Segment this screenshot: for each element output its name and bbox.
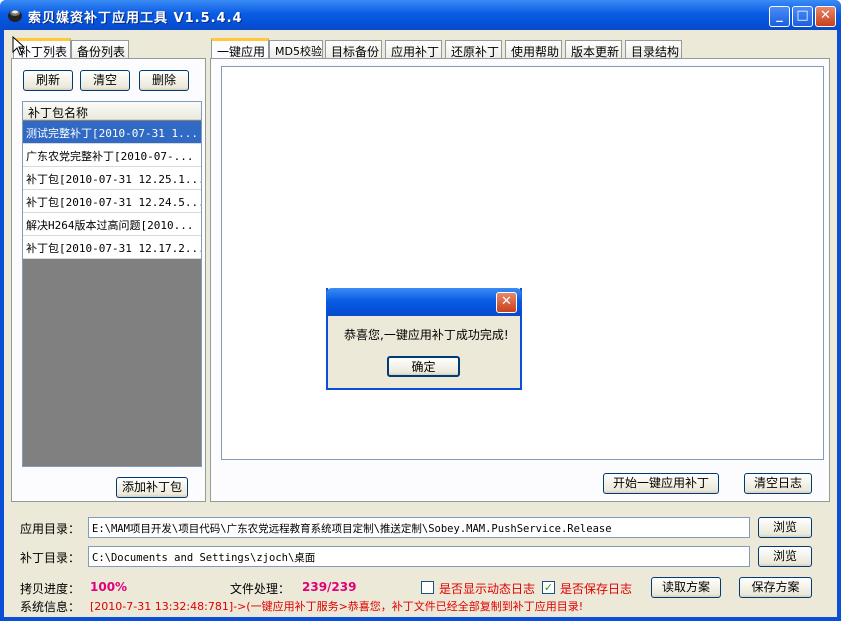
mouse-cursor-icon [12, 36, 26, 56]
list-item[interactable]: 解决H264版本过高问题[2010... [23, 213, 201, 236]
patch-list[interactable]: 补丁包名称 测试完整补丁[2010-07-31 1... 广东农党完整补丁[20… [22, 101, 202, 467]
patch-list-panel: 刷新 清空 删除 补丁包名称 测试完整补丁[2010-07-31 1... 广东… [11, 58, 206, 502]
tab-one-click-apply[interactable]: 一键应用 [211, 38, 269, 59]
dialog-close-button[interactable]: ✕ [496, 292, 517, 313]
tab-md5-check[interactable]: MD5校验 [269, 40, 323, 59]
app-logo-icon [8, 10, 22, 22]
app-dir-browse-button[interactable]: 浏览 [758, 517, 812, 538]
clear-button[interactable]: 清空 [80, 70, 130, 91]
app-dir-label: 应用目录： [20, 522, 81, 536]
tab-backup-list[interactable]: 备份列表 [71, 40, 129, 59]
tab-target-backup[interactable]: 目标备份 [325, 40, 382, 59]
success-dialog: ✕ 恭喜您,一键应用补丁成功完成! 确定 [326, 288, 522, 390]
file-process-label: 文件处理： [230, 582, 291, 596]
list-item[interactable]: 广东农党完整补丁[2010-07-... [23, 144, 201, 167]
dialog-message: 恭喜您,一键应用补丁成功完成! [344, 328, 509, 342]
show-log-label: 是否显示动态日志 [439, 582, 536, 596]
tab-apply-patch[interactable]: 应用补丁 [385, 40, 442, 59]
save-log-label: 是否保存日志 [560, 582, 633, 596]
refresh-button[interactable]: 刷新 [23, 70, 73, 91]
minimize-button[interactable]: _ [769, 6, 790, 27]
file-process-value: 239/239 [302, 580, 357, 594]
delete-button[interactable]: 删除 [139, 70, 189, 91]
tab-restore-patch[interactable]: 还原补丁 [445, 40, 502, 59]
window-title: 索贝媒资补丁应用工具 V1.5.4.4 [28, 11, 243, 26]
save-plan-button[interactable]: 保存方案 [739, 577, 812, 598]
start-one-click-button[interactable]: 开始一键应用补丁 [603, 473, 719, 494]
log-area[interactable] [221, 66, 824, 460]
patch-dir-label: 补丁目录： [20, 551, 81, 565]
tab-help[interactable]: 使用帮助 [505, 40, 562, 59]
column-header-patch-name[interactable]: 补丁包名称 [23, 102, 201, 120]
app-dir-field[interactable]: E:\MAM项目开发\项目代码\广东农党远程教育系统项目定制\推送定制\Sobe… [88, 517, 750, 538]
copy-progress-label: 拷贝进度： [20, 582, 81, 596]
sysinfo-label: 系统信息： [20, 600, 81, 614]
list-item[interactable]: 测试完整补丁[2010-07-31 1... [23, 121, 201, 144]
sysinfo-text: [2010-7-31 13:32:48:781]->(一键应用补丁服务>恭喜您，… [90, 600, 584, 613]
read-plan-button[interactable]: 读取方案 [651, 577, 721, 598]
dialog-ok-button[interactable]: 确定 [387, 356, 460, 377]
close-button[interactable]: ✕ [815, 6, 836, 27]
maximize-button[interactable]: □ [792, 6, 813, 27]
list-item[interactable]: 补丁包[2010-07-31 12.24.5... [23, 190, 201, 213]
tab-directory-structure[interactable]: 目录结构 [625, 40, 682, 59]
list-item[interactable]: 补丁包[2010-07-31 12.25.1... [23, 167, 201, 190]
one-click-panel: 开始一键应用补丁 清空日志 [210, 58, 830, 502]
dialog-title-bar[interactable]: ✕ [326, 288, 522, 316]
copy-progress-value: 100% [90, 580, 128, 594]
list-item[interactable]: 补丁包[2010-07-31 12.17.2... [23, 236, 201, 259]
patch-dir-field[interactable]: C:\Documents and Settings\zjoch\桌面 [88, 546, 750, 567]
title-bar[interactable]: 索贝媒资补丁应用工具 V1.5.4.4 _ □ ✕ [0, 0, 841, 30]
clear-log-button[interactable]: 清空日志 [744, 473, 812, 494]
patch-dir-browse-button[interactable]: 浏览 [758, 546, 812, 567]
save-log-checkbox[interactable]: ✓ [542, 581, 555, 594]
tab-version-update[interactable]: 版本更新 [565, 40, 622, 59]
show-log-checkbox[interactable] [421, 581, 434, 594]
add-patch-button[interactable]: 添加补丁包 [116, 477, 188, 498]
app-window: 索贝媒资补丁应用工具 V1.5.4.4 _ □ ✕ 补丁列表 备份列表 刷新 清… [0, 0, 841, 621]
